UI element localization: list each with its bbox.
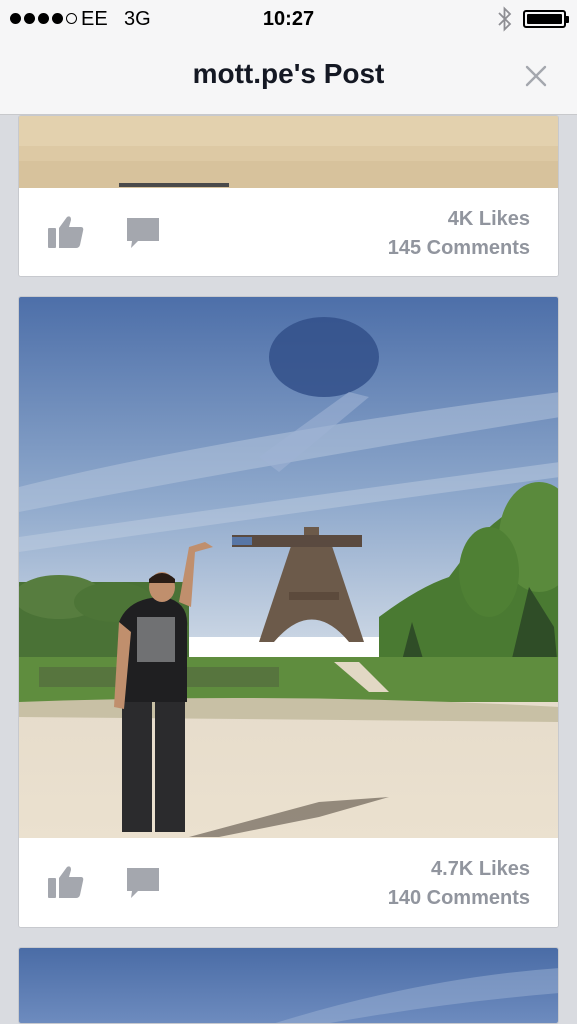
post-card [18, 947, 559, 1024]
post-photo[interactable] [19, 297, 559, 838]
clock: 10:27 [262, 8, 315, 30]
post-actions: 4.7K Likes 140 Comments [19, 838, 558, 927]
status-bar: EE 3G 10:27 [0, 0, 577, 38]
like-count[interactable]: 4K Likes [448, 208, 530, 231]
post-actions: 4K Likes 145 Comments [19, 188, 558, 276]
like-icon[interactable] [47, 214, 85, 250]
bluetooth-icon [498, 6, 512, 32]
page-title: mott.pe's Post [192, 58, 385, 89]
like-icon[interactable] [47, 864, 85, 900]
comment-count[interactable]: 145 Comments [388, 237, 530, 260]
post-photo[interactable] [19, 116, 559, 188]
post-photo[interactable] [19, 948, 559, 1024]
comment-icon[interactable] [126, 866, 160, 900]
close-icon[interactable] [520, 60, 552, 92]
navigation-bar: mott.pe's Post [0, 38, 577, 115]
post-card: 4K Likes 145 Comments [18, 115, 559, 277]
comment-count[interactable]: 140 Comments [388, 887, 530, 910]
battery-icon [523, 10, 569, 28]
like-count[interactable]: 4.7K Likes [431, 858, 530, 881]
comment-icon[interactable] [126, 216, 160, 250]
post-card: 4.7K Likes 140 Comments [18, 296, 559, 928]
